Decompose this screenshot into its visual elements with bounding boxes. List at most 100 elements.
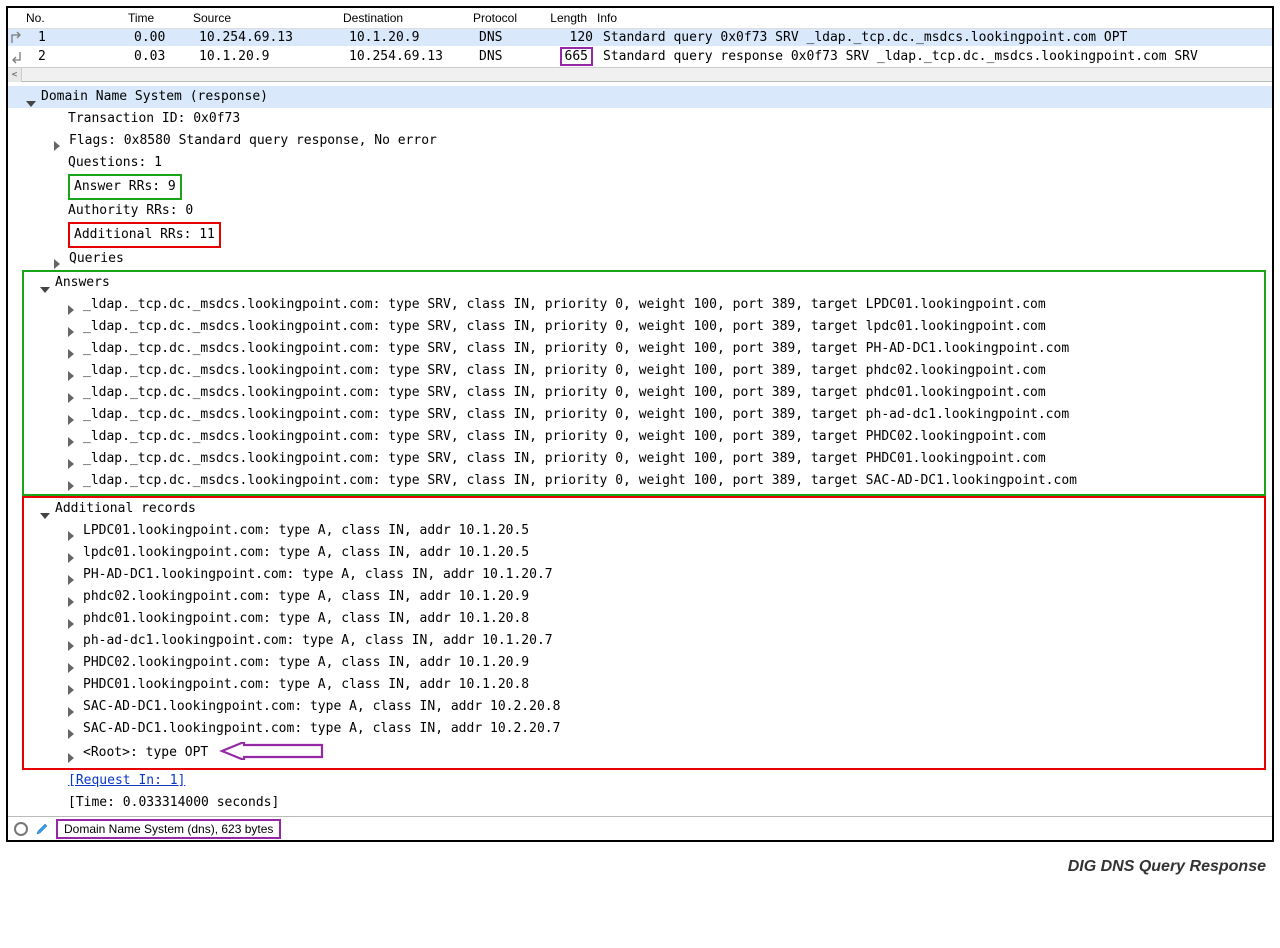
col-header-no[interactable]: No. — [8, 11, 128, 25]
annotation-arrow-icon — [214, 742, 324, 768]
annotation-answers-box: Answers _ldap._tcp.dc._msdcs.lookingpoin… — [22, 270, 1266, 496]
cell-destination: 10.254.69.13 — [349, 49, 479, 64]
cell-no: 2 — [26, 49, 134, 64]
field-time[interactable]: [Time: 0.033314000 seconds] — [8, 792, 1272, 814]
answer-text: _ldap._tcp.dc._msdcs.lookingpoint.com: t… — [83, 338, 1069, 360]
expand-caret-icon[interactable] — [54, 255, 65, 266]
expand-caret-icon[interactable] — [68, 703, 79, 714]
additional-text: PHDC01.lookingpoint.com: type A, class I… — [83, 674, 529, 696]
additional-text: PHDC02.lookingpoint.com: type A, class I… — [83, 652, 529, 674]
additional-record[interactable]: <Root>: type OPT — [24, 740, 1260, 766]
expand-caret-icon[interactable] — [68, 477, 79, 488]
expert-info-icon[interactable] — [14, 822, 28, 836]
expand-caret-icon[interactable] — [68, 301, 79, 312]
col-header-destination[interactable]: Destination — [343, 11, 473, 25]
additional-text: PH-AD-DC1.lookingpoint.com: type A, clas… — [83, 564, 553, 586]
cell-source: 10.1.20.9 — [199, 49, 349, 64]
dns-title: Domain Name System (response) — [41, 86, 268, 108]
cell-destination: 10.1.20.9 — [349, 30, 479, 45]
cell-time: 0.03 — [134, 49, 199, 64]
col-header-info[interactable]: Info — [593, 11, 1272, 25]
edit-icon[interactable] — [34, 821, 50, 837]
additional-record[interactable]: phdc01.lookingpoint.com: type A, class I… — [24, 608, 1260, 630]
request-in-link[interactable]: [Request In: 1] — [8, 770, 1272, 792]
additional-record[interactable]: phdc02.lookingpoint.com: type A, class I… — [24, 586, 1260, 608]
additional-record[interactable]: PHDC02.lookingpoint.com: type A, class I… — [24, 652, 1260, 674]
expand-caret-icon[interactable] — [68, 725, 79, 736]
additional-text: lpdc01.lookingpoint.com: type A, class I… — [83, 542, 529, 564]
col-header-time[interactable]: Time — [128, 11, 193, 25]
additional-records-node[interactable]: Additional records — [24, 498, 1260, 520]
expand-caret-icon[interactable] — [68, 659, 79, 670]
answer-text: _ldap._tcp.dc._msdcs.lookingpoint.com: t… — [83, 360, 1046, 382]
dns-root-node[interactable]: Domain Name System (response) — [8, 86, 1272, 108]
expand-caret-icon[interactable] — [68, 637, 79, 648]
col-header-source[interactable]: Source — [193, 11, 343, 25]
additional-record[interactable]: SAC-AD-DC1.lookingpoint.com: type A, cla… — [24, 718, 1260, 740]
field-answer-rrs[interactable]: Answer RRs: 9 — [8, 174, 1272, 200]
expand-caret-icon[interactable] — [68, 681, 79, 692]
field-authority-rrs[interactable]: Authority RRs: 0 — [8, 200, 1272, 222]
answer-record[interactable]: _ldap._tcp.dc._msdcs.lookingpoint.com: t… — [24, 470, 1260, 492]
packet-row-2[interactable]: 2 0.03 10.1.20.9 10.254.69.13 DNS 665 St… — [8, 46, 1272, 67]
expand-caret-icon[interactable] — [68, 455, 79, 466]
answer-record[interactable]: _ldap._tcp.dc._msdcs.lookingpoint.com: t… — [24, 338, 1260, 360]
expand-caret-icon[interactable] — [68, 549, 79, 560]
annotation-additional-rrs: Additional RRs: 11 — [68, 222, 221, 248]
cell-length: 120 — [549, 30, 599, 45]
cell-info: Standard query response 0x0f73 SRV _ldap… — [599, 49, 1272, 64]
answers-node[interactable]: Answers — [24, 272, 1260, 294]
cell-protocol: DNS — [479, 49, 549, 64]
field-additional-rrs[interactable]: Additional RRs: 11 — [8, 222, 1272, 248]
field-transaction-id[interactable]: Transaction ID: 0x0f73 — [8, 108, 1272, 130]
additional-text: LPDC01.lookingpoint.com: type A, class I… — [83, 520, 529, 542]
additional-record[interactable]: PH-AD-DC1.lookingpoint.com: type A, clas… — [24, 564, 1260, 586]
cell-no: 1 — [26, 30, 134, 45]
expand-caret-icon[interactable] — [54, 137, 65, 148]
expand-caret-icon[interactable] — [68, 749, 79, 760]
answer-text: _ldap._tcp.dc._msdcs.lookingpoint.com: t… — [83, 470, 1077, 492]
answer-record[interactable]: _ldap._tcp.dc._msdcs.lookingpoint.com: t… — [24, 316, 1260, 338]
expand-caret-icon[interactable] — [68, 433, 79, 444]
expand-caret-icon[interactable] — [40, 505, 51, 516]
cell-info: Standard query 0x0f73 SRV _ldap._tcp.dc.… — [599, 30, 1272, 45]
additional-record[interactable]: SAC-AD-DC1.lookingpoint.com: type A, cla… — [24, 696, 1260, 718]
expand-caret-icon[interactable] — [26, 93, 37, 104]
answer-record[interactable]: _ldap._tcp.dc._msdcs.lookingpoint.com: t… — [24, 426, 1260, 448]
scroll-left-icon[interactable]: < — [8, 68, 22, 82]
field-questions[interactable]: Questions: 1 — [8, 152, 1272, 174]
expand-caret-icon[interactable] — [68, 367, 79, 378]
col-header-protocol[interactable]: Protocol — [473, 11, 543, 25]
additional-record[interactable]: LPDC01.lookingpoint.com: type A, class I… — [24, 520, 1260, 542]
expand-caret-icon[interactable] — [68, 615, 79, 626]
additional-record[interactable]: ph-ad-dc1.lookingpoint.com: type A, clas… — [24, 630, 1260, 652]
expand-caret-icon[interactable] — [68, 571, 79, 582]
cell-time: 0.00 — [134, 30, 199, 45]
answer-record[interactable]: _ldap._tcp.dc._msdcs.lookingpoint.com: t… — [24, 360, 1260, 382]
answer-text: _ldap._tcp.dc._msdcs.lookingpoint.com: t… — [83, 294, 1046, 316]
additional-text: SAC-AD-DC1.lookingpoint.com: type A, cla… — [83, 696, 560, 718]
expand-caret-icon[interactable] — [68, 389, 79, 400]
answer-record[interactable]: _ldap._tcp.dc._msdcs.lookingpoint.com: t… — [24, 404, 1260, 426]
expand-caret-icon[interactable] — [68, 593, 79, 604]
additional-record[interactable]: lpdc01.lookingpoint.com: type A, class I… — [24, 542, 1260, 564]
packet-list-header[interactable]: No. Time Source Destination Protocol Len… — [8, 8, 1272, 29]
expand-caret-icon[interactable] — [68, 323, 79, 334]
field-flags[interactable]: Flags: 0x8580 Standard query response, N… — [8, 130, 1272, 152]
horizontal-scrollbar[interactable]: < — [8, 67, 1272, 81]
additional-record[interactable]: PHDC01.lookingpoint.com: type A, class I… — [24, 674, 1260, 696]
annotated-status-text: Domain Name System (dns), 623 bytes — [56, 819, 281, 839]
packet-row-1[interactable]: 1 0.00 10.254.69.13 10.1.20.9 DNS 120 St… — [8, 29, 1272, 46]
field-queries[interactable]: Queries — [8, 248, 1272, 270]
expand-caret-icon[interactable] — [40, 279, 51, 290]
col-header-length[interactable]: Length — [543, 11, 593, 25]
expand-caret-icon[interactable] — [68, 345, 79, 356]
answer-record[interactable]: _ldap._tcp.dc._msdcs.lookingpoint.com: t… — [24, 294, 1260, 316]
related-incoming-icon — [10, 50, 24, 64]
packet-details-panel: Domain Name System (response) Transactio… — [8, 82, 1272, 816]
expand-caret-icon[interactable] — [68, 527, 79, 538]
expand-caret-icon[interactable] — [68, 411, 79, 422]
answer-record[interactable]: _ldap._tcp.dc._msdcs.lookingpoint.com: t… — [24, 448, 1260, 470]
answer-record[interactable]: _ldap._tcp.dc._msdcs.lookingpoint.com: t… — [24, 382, 1260, 404]
related-outgoing-icon — [10, 31, 24, 45]
